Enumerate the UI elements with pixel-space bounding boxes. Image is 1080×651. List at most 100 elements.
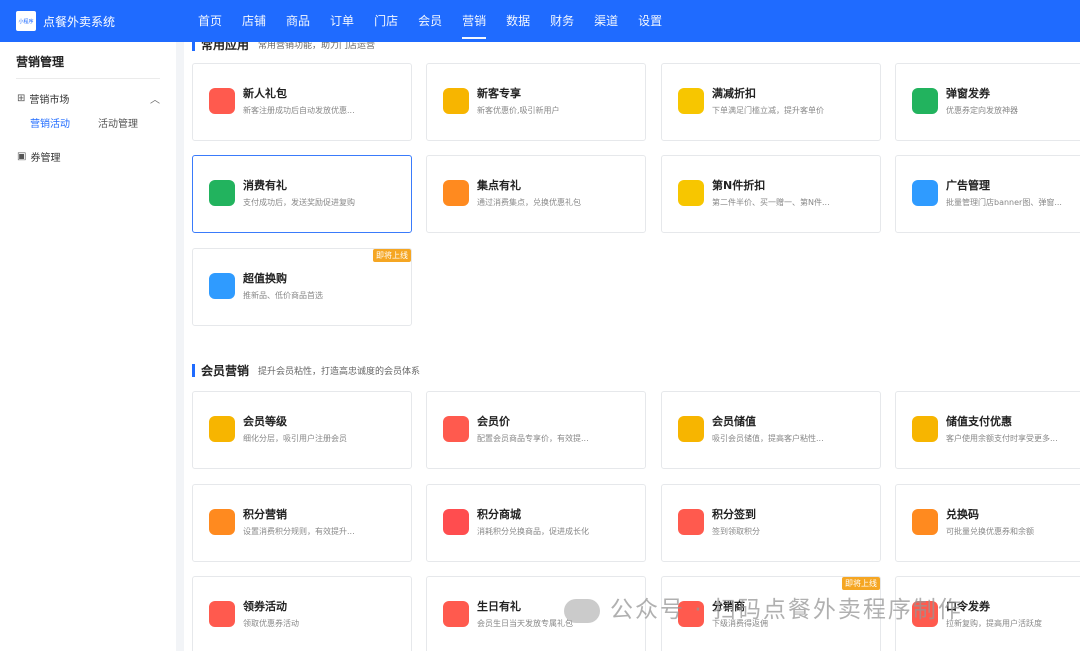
- card-title: 集点有礼: [477, 179, 521, 192]
- card-title: 满减折扣: [712, 87, 756, 100]
- app-card[interactable]: 超值换购 推新品、低价商品首选 即将上线: [192, 248, 412, 326]
- app-card[interactable]: 会员储值 吸引会员储值，提高客户粘性...: [661, 391, 881, 469]
- card-title: 储值支付优惠: [946, 415, 1012, 428]
- app-card[interactable]: 满减折扣下单满足门槛立减，提升客单价: [661, 63, 881, 141]
- price-tag-icon: [443, 416, 469, 442]
- section-title: 常用应用: [201, 42, 250, 52]
- app-card[interactable]: 消费有礼支付成功后，发送奖励促进复购: [192, 155, 412, 233]
- coin-icon: [678, 416, 704, 442]
- card-title: 第N件折扣: [712, 179, 766, 192]
- card-title: 会员等级: [243, 415, 287, 428]
- card-description: 客户使用余额支付时享受更多...: [946, 434, 1058, 443]
- main-content: 常用应用 常用营销功能，助力门店运营 会员营销 提升会员粘性，打造高忠诚度的会员…: [176, 42, 1080, 651]
- card-description: 第二件半价、买一赠一、第N件...: [712, 198, 830, 207]
- top-navigation-bar: 小程序 点餐外卖系统 首页 店铺 商品 订单 门店 会员 营销 数据 财务 渠道 设置: [0, 0, 1080, 42]
- section-title: 会员营销: [201, 364, 250, 378]
- coupon-icon: [209, 601, 235, 627]
- sidebar-group-label: 营销市场: [29, 95, 70, 106]
- points-icon: [209, 509, 235, 535]
- card-description: 设置消费积分规则，有效提升...: [243, 527, 355, 536]
- envelope-icon: [209, 180, 235, 206]
- section-accent-bar: [192, 364, 195, 377]
- card-title: 领券活动: [243, 600, 287, 613]
- app-card[interactable]: 积分签到 签到领取积分: [661, 484, 881, 562]
- app-card[interactable]: 会员价配置会员商品专享价，有效提...: [426, 391, 646, 469]
- nav-item[interactable]: 店铺: [242, 0, 266, 42]
- app-card[interactable]: 会员等级细化分层，吸引用户注册会员: [192, 391, 412, 469]
- card-title: 积分签到: [712, 508, 756, 521]
- card-title: 消费有礼: [243, 179, 287, 192]
- card-description: 下单满足门槛立减，提升客单价: [712, 106, 824, 115]
- card-description: 可批量兑换优惠券和余额: [946, 527, 1034, 536]
- nav-item[interactable]: 设置: [638, 0, 662, 42]
- card-title: 会员价: [477, 415, 510, 428]
- card-description: 新客优惠价,吸引新用户: [477, 106, 560, 115]
- sidebar: 营销管理 ⊞ 营销市场 ︿ 营销活动 活动管理 ▣ 券管理: [0, 42, 176, 651]
- sidebar-subitems: 营销活动 活动管理: [0, 109, 176, 137]
- card-description: 配置会员商品专享价，有效提...: [477, 434, 589, 443]
- medal-icon: [443, 88, 469, 114]
- nav-item[interactable]: 会员: [418, 0, 442, 42]
- coming-soon-badge: 即将上线: [373, 249, 411, 262]
- coupon-envelope-icon: [912, 88, 938, 114]
- nav-item[interactable]: 门店: [374, 0, 398, 42]
- sidebar-item-marketing-activities[interactable]: 营销活动: [30, 115, 70, 137]
- card-title: 广告管理: [946, 179, 990, 192]
- app-card[interactable]: 弹窗发券优惠券定向发放神器: [895, 63, 1080, 141]
- coin-icon: [912, 416, 938, 442]
- nav-item[interactable]: 订单: [330, 0, 354, 42]
- app-logo: 小程序: [16, 11, 36, 31]
- vip-card-icon: [209, 416, 235, 442]
- tag-icon: [678, 88, 704, 114]
- card-description: 批量管理门店banner图、弹窗...: [946, 198, 1062, 207]
- brand[interactable]: 小程序 点餐外卖系统: [0, 11, 176, 31]
- card-description: 会员生日当天发放专属礼包: [477, 619, 573, 628]
- section-header-common-apps: 常用应用 常用营销功能，助力门店运营: [192, 42, 375, 53]
- app-card[interactable]: 第N件折扣第二件半价、买一赠一、第N件...: [661, 155, 881, 233]
- card-title: 生日有礼: [477, 600, 521, 613]
- nav-item[interactable]: 首页: [198, 0, 222, 42]
- card-description: 支付成功后，发送奖励促进复购: [243, 198, 355, 207]
- app-card[interactable]: 新人礼包 新客注册成功后自动发放优惠...: [192, 63, 412, 141]
- card-description: 优惠券定向发放神器: [946, 106, 1018, 115]
- sidebar-item-activity-management[interactable]: 活动管理: [98, 115, 138, 137]
- chevron-up-icon[interactable]: ︿: [150, 91, 160, 106]
- app-card[interactable]: 新客专享新客优惠价,吸引新用户: [426, 63, 646, 141]
- card-title: 兑换码: [946, 508, 979, 521]
- app-card[interactable]: 储值支付优惠客户使用余额支付时享受更多...: [895, 391, 1080, 469]
- sidebar-title: 营销管理: [16, 55, 65, 69]
- section-description: 常用营销功能，助力门店运营: [258, 42, 376, 51]
- grid-icon: ⊞: [17, 93, 26, 104]
- image-icon: [209, 273, 235, 299]
- sidebar-group-coupon-management[interactable]: ▣ 券管理: [0, 137, 176, 167]
- app-card[interactable]: 积分商城 消耗积分兑换商品，促进成长化: [426, 484, 646, 562]
- section-header-member-marketing: 会员营销 提升会员粘性，打造高忠诚度的会员体系: [192, 362, 420, 379]
- card-description: 领取优惠券活动: [243, 619, 299, 628]
- section-description: 提升会员粘性，打造高忠诚度的会员体系: [258, 367, 421, 377]
- image-icon: [912, 180, 938, 206]
- nav-item[interactable]: 营销: [462, 0, 487, 42]
- card-title: 新人礼包: [243, 87, 287, 100]
- card-title: 新客专享: [477, 87, 521, 100]
- sidebar-group-marketing-market[interactable]: ⊞ 营销市场 ︿: [0, 79, 176, 109]
- app-card[interactable]: 兑换码可批量兑换优惠券和余额: [895, 484, 1080, 562]
- watermark: 公众号 · 扫码点餐外卖程序制作: [564, 590, 963, 624]
- card-description: 吸引会员储值，提高客户粘性...: [712, 434, 824, 443]
- app-card[interactable]: 积分营销设置消费积分规则，有效提升...: [192, 484, 412, 562]
- section-accent-bar: [192, 42, 195, 51]
- watermark-text: 公众号 · 扫码点餐外卖程序制作: [610, 597, 963, 623]
- card-title: 积分营销: [243, 508, 287, 521]
- nav-item[interactable]: 商品: [286, 0, 310, 42]
- nav-item[interactable]: 渠道: [594, 0, 618, 42]
- app-card[interactable]: 集点有礼 通过消费集点，兑换优惠礼包: [426, 155, 646, 233]
- card-title: 弹窗发券: [946, 87, 990, 100]
- coming-soon-badge: 即将上线: [842, 577, 880, 590]
- card-description: 细化分层，吸引用户注册会员: [243, 434, 347, 443]
- app-card[interactable]: 领券活动领取优惠券活动: [192, 576, 412, 651]
- tag-icon: [678, 180, 704, 206]
- nav-item[interactable]: 数据: [506, 0, 530, 42]
- app-card[interactable]: 广告管理批量管理门店banner图、弹窗...: [895, 155, 1080, 233]
- nav-item[interactable]: 财务: [550, 0, 574, 42]
- main-nav: 首页 店铺 商品 订单 门店 会员 营销 数据 财务 渠道 设置: [198, 0, 682, 42]
- card-description: 消耗积分兑换商品，促进成长化: [477, 527, 589, 536]
